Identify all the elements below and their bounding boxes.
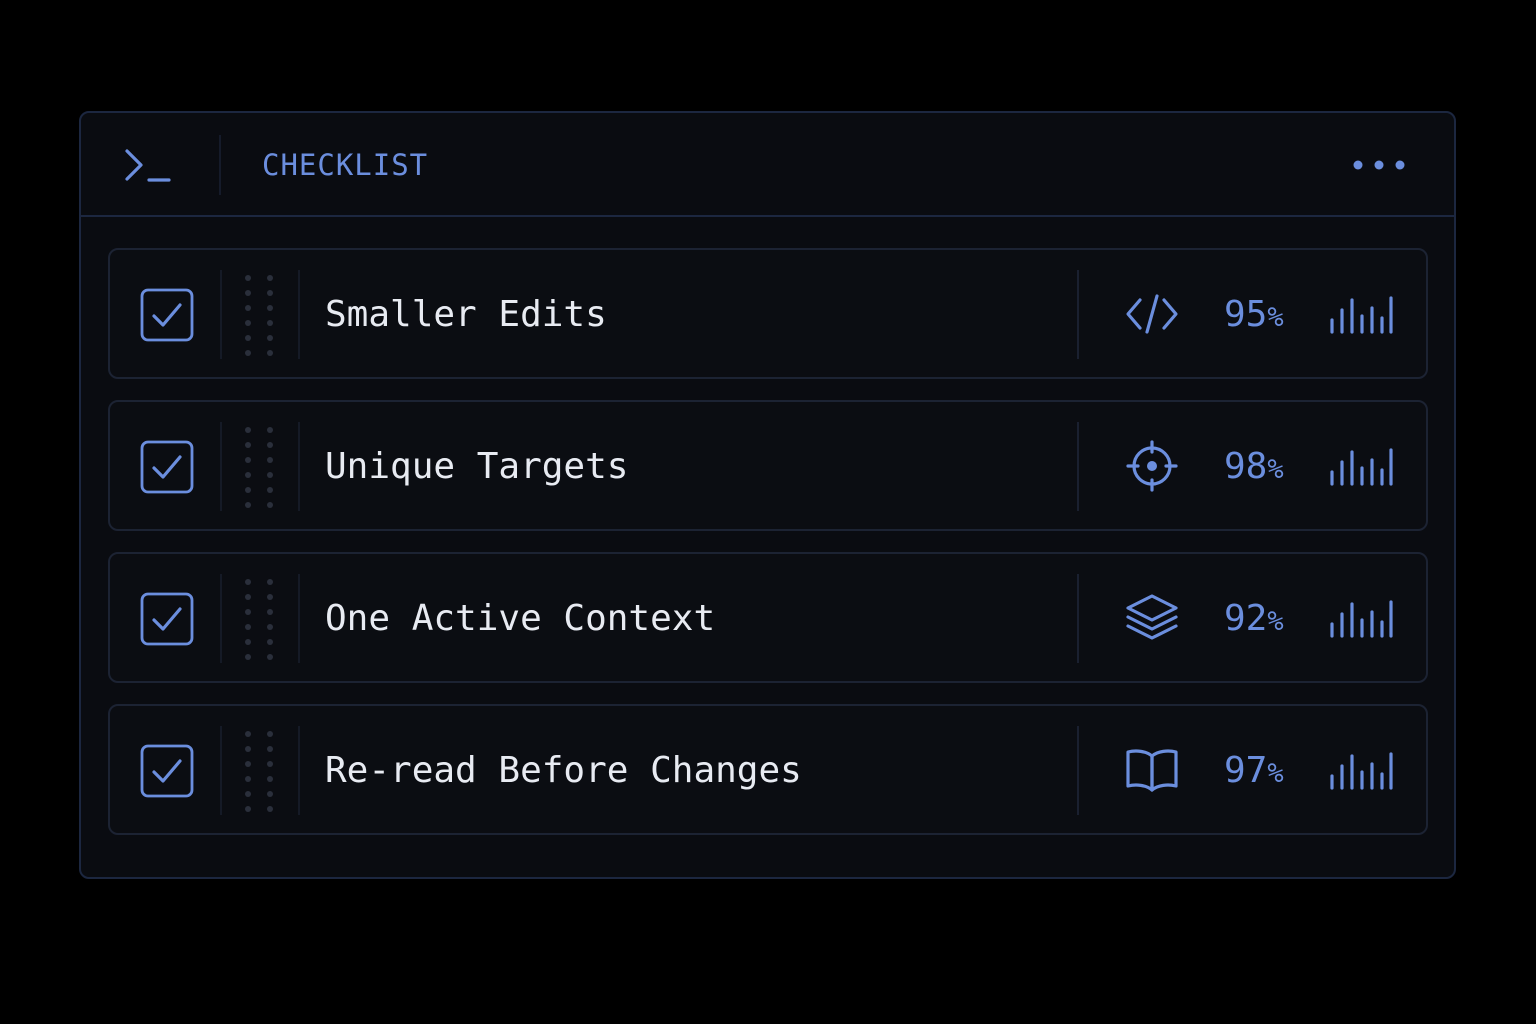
panel-header: CHECKLIST [81, 113, 1454, 217]
crosshair-icon [1126, 440, 1178, 492]
panel-title: CHECKLIST [262, 148, 429, 182]
score-percent: 92% [1224, 596, 1284, 648]
row-divider [1077, 574, 1079, 663]
checklist-panel: CHECKLIST Smaller Edits 95% Unique Targe… [79, 111, 1456, 879]
row-divider [298, 270, 300, 359]
row-divider [298, 422, 300, 511]
score-value: 92 [1224, 598, 1268, 639]
score-unit: % [1267, 758, 1284, 789]
row-divider [1077, 270, 1079, 359]
header-divider [219, 135, 221, 195]
row-divider [220, 726, 222, 815]
drag-handle-icon[interactable] [242, 728, 276, 814]
score-value: 97 [1224, 750, 1268, 791]
checklist-item: Smaller Edits 95% [108, 248, 1428, 379]
checkbox-checked[interactable] [140, 592, 194, 646]
row-divider [220, 422, 222, 511]
row-divider [298, 574, 300, 663]
item-label: Re-read Before Changes [325, 750, 802, 791]
score-unit: % [1267, 606, 1284, 637]
signal-bars-icon [1330, 296, 1393, 334]
row-divider [298, 726, 300, 815]
drag-handle-icon[interactable] [242, 272, 276, 358]
checklist-item: Unique Targets 98% [108, 400, 1428, 531]
checkbox-checked[interactable] [140, 440, 194, 494]
signal-bars-icon [1330, 752, 1393, 790]
signal-bars-icon [1330, 448, 1393, 486]
code-icon [1126, 294, 1178, 334]
book-open-icon [1126, 749, 1178, 792]
row-divider [1077, 422, 1079, 511]
checkbox-checked[interactable] [140, 744, 194, 798]
layers-icon [1126, 594, 1178, 640]
row-divider [1077, 726, 1079, 815]
item-label: Smaller Edits [325, 294, 607, 335]
drag-handle-icon[interactable] [242, 424, 276, 510]
score-unit: % [1267, 454, 1284, 485]
drag-handle-icon[interactable] [242, 576, 276, 662]
item-label: Unique Targets [325, 446, 629, 487]
row-divider [220, 574, 222, 663]
row-divider [220, 270, 222, 359]
score-unit: % [1267, 302, 1284, 333]
score-percent: 95% [1224, 292, 1284, 344]
item-label: One Active Context [325, 598, 716, 639]
signal-bars-icon [1330, 600, 1393, 638]
score-percent: 98% [1224, 444, 1284, 496]
checkbox-checked[interactable] [140, 288, 194, 342]
score-percent: 97% [1224, 748, 1284, 800]
checklist-item: One Active Context 92% [108, 552, 1428, 683]
checklist-item: Re-read Before Changes 97% [108, 704, 1428, 835]
more-horizontal-icon[interactable] [1352, 153, 1408, 177]
terminal-prompt-icon[interactable] [121, 147, 173, 183]
score-value: 98 [1224, 446, 1268, 487]
score-value: 95 [1224, 294, 1268, 335]
